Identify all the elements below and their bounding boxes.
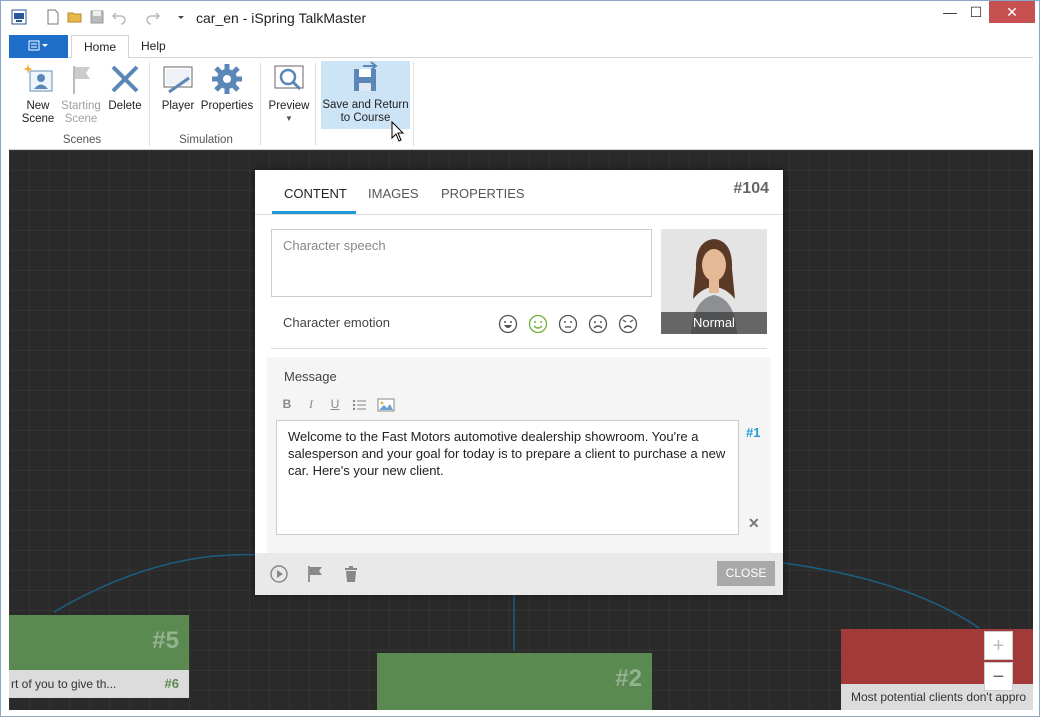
dialog-footer: CLOSE xyxy=(255,553,783,595)
tab-images[interactable]: IMAGES xyxy=(368,186,419,201)
preview-button[interactable]: Preview ▼ xyxy=(267,62,311,123)
play-icon[interactable] xyxy=(270,565,288,583)
character-image[interactable]: Normal xyxy=(661,229,767,334)
answer-text: rt of you to give th... xyxy=(11,677,117,691)
happy-emotion-icon[interactable] xyxy=(528,314,548,334)
tab-properties[interactable]: PROPERTIES xyxy=(441,186,525,201)
mouse-cursor-icon xyxy=(391,121,405,142)
very-happy-emotion-icon[interactable] xyxy=(498,314,518,334)
group-separator xyxy=(149,62,150,146)
underline-button[interactable]: U xyxy=(327,397,343,413)
save-and-return-button[interactable]: Save and Return to Course xyxy=(321,61,410,129)
starting-scene-label: Starting Scene xyxy=(61,100,101,125)
player-button[interactable]: Player xyxy=(157,62,199,113)
scene-node-5-answer[interactable]: rt of you to give th... #6 xyxy=(9,670,189,698)
angry-emotion-icon[interactable] xyxy=(618,314,638,334)
node-text: Most potential clients don't appro xyxy=(851,690,1027,704)
delete-message-icon[interactable]: ✕ xyxy=(748,516,762,530)
gear-icon xyxy=(212,64,242,94)
bold-button[interactable]: B xyxy=(279,397,295,413)
sad-emotion-icon[interactable] xyxy=(588,314,608,334)
app-icon[interactable] xyxy=(11,9,27,25)
italic-button[interactable]: I xyxy=(303,397,319,413)
scene-edit-dialog: CONTENT IMAGES PROPERTIES #104 Character… xyxy=(255,170,783,595)
character-speech-input[interactable]: Character speech xyxy=(271,229,652,297)
flag-icon xyxy=(73,66,90,94)
preview-label: Preview xyxy=(268,100,310,112)
message-section: Message B I U Welcome to the Fast Motors… xyxy=(267,357,771,553)
insert-image-icon[interactable] xyxy=(377,397,395,413)
zoom-out-button[interactable]: − xyxy=(984,662,1013,691)
ribbon: New Scene Starting Scene Delete Scenes P… xyxy=(9,58,1033,150)
message-label: Message xyxy=(284,369,337,384)
save-icon[interactable] xyxy=(89,9,105,25)
tab-content[interactable]: CONTENT xyxy=(284,186,347,201)
ribbon-tabs: Home Help xyxy=(9,35,1033,59)
section-divider xyxy=(271,348,767,349)
group-separator xyxy=(413,62,414,146)
group-separator xyxy=(315,62,316,146)
scene-node-number: #2 xyxy=(615,665,642,692)
bullet-list-icon[interactable] xyxy=(351,397,367,413)
properties-button[interactable]: Properties xyxy=(199,62,255,113)
neutral-emotion-icon[interactable] xyxy=(558,314,578,334)
chevron-down-icon: ▼ xyxy=(285,114,293,123)
zoom-in-button[interactable]: + xyxy=(984,631,1013,660)
player-icon xyxy=(163,66,193,94)
scene-node-2[interactable]: #2 xyxy=(377,653,652,710)
customize-toolbar-icon[interactable] xyxy=(174,9,190,25)
group-label-simulation: Simulation xyxy=(179,134,233,146)
new-scene-button[interactable]: New Scene xyxy=(17,62,59,126)
delete-label: Delete xyxy=(108,100,142,112)
message-text-input[interactable]: Welcome to the Fast Motors automotive de… xyxy=(276,420,739,535)
group-separator xyxy=(260,62,261,146)
app-window: car_en - iSpring TalkMaster — ☐ ✕ Home H… xyxy=(0,0,1040,717)
properties-label: Properties xyxy=(200,100,254,112)
player-label: Player xyxy=(161,100,195,112)
close-window-button[interactable]: ✕ xyxy=(989,1,1035,23)
tab-home[interactable]: Home xyxy=(71,35,130,59)
window-title: car_en - iSpring TalkMaster xyxy=(196,10,367,26)
save-return-icon xyxy=(353,61,378,91)
character-caption: Normal xyxy=(661,312,767,334)
scene-id: #104 xyxy=(733,180,769,197)
delete-button[interactable]: Delete xyxy=(105,62,145,113)
undo-icon[interactable] xyxy=(111,9,127,25)
delete-icon xyxy=(111,65,139,93)
new-scene-label: New Scene xyxy=(21,100,55,125)
preview-icon xyxy=(274,65,304,91)
tab-divider xyxy=(255,214,783,215)
menu-icon xyxy=(28,40,48,51)
character-emotion-label: Character emotion xyxy=(283,315,390,330)
trash-icon[interactable] xyxy=(342,565,360,583)
scene-node-5[interactable]: #5 xyxy=(9,615,189,670)
starting-scene-button[interactable]: Starting Scene xyxy=(59,62,103,126)
file-menu-button[interactable] xyxy=(9,35,68,58)
flag-icon[interactable] xyxy=(306,565,324,583)
close-button[interactable]: CLOSE xyxy=(717,561,775,586)
title-bar: car_en - iSpring TalkMaster — ☐ ✕ xyxy=(1,1,1039,33)
new-file-icon[interactable] xyxy=(45,9,61,25)
scene-node-number: #5 xyxy=(152,627,179,654)
message-number: #1 xyxy=(746,425,761,440)
answer-target-id: #6 xyxy=(164,676,179,691)
redo-icon[interactable] xyxy=(145,9,161,25)
group-label-scenes: Scenes xyxy=(62,134,102,146)
open-folder-icon[interactable] xyxy=(67,9,83,25)
maximize-button[interactable]: ☐ xyxy=(959,1,993,25)
tab-help[interactable]: Help xyxy=(129,35,178,59)
new-scene-icon xyxy=(23,64,53,92)
